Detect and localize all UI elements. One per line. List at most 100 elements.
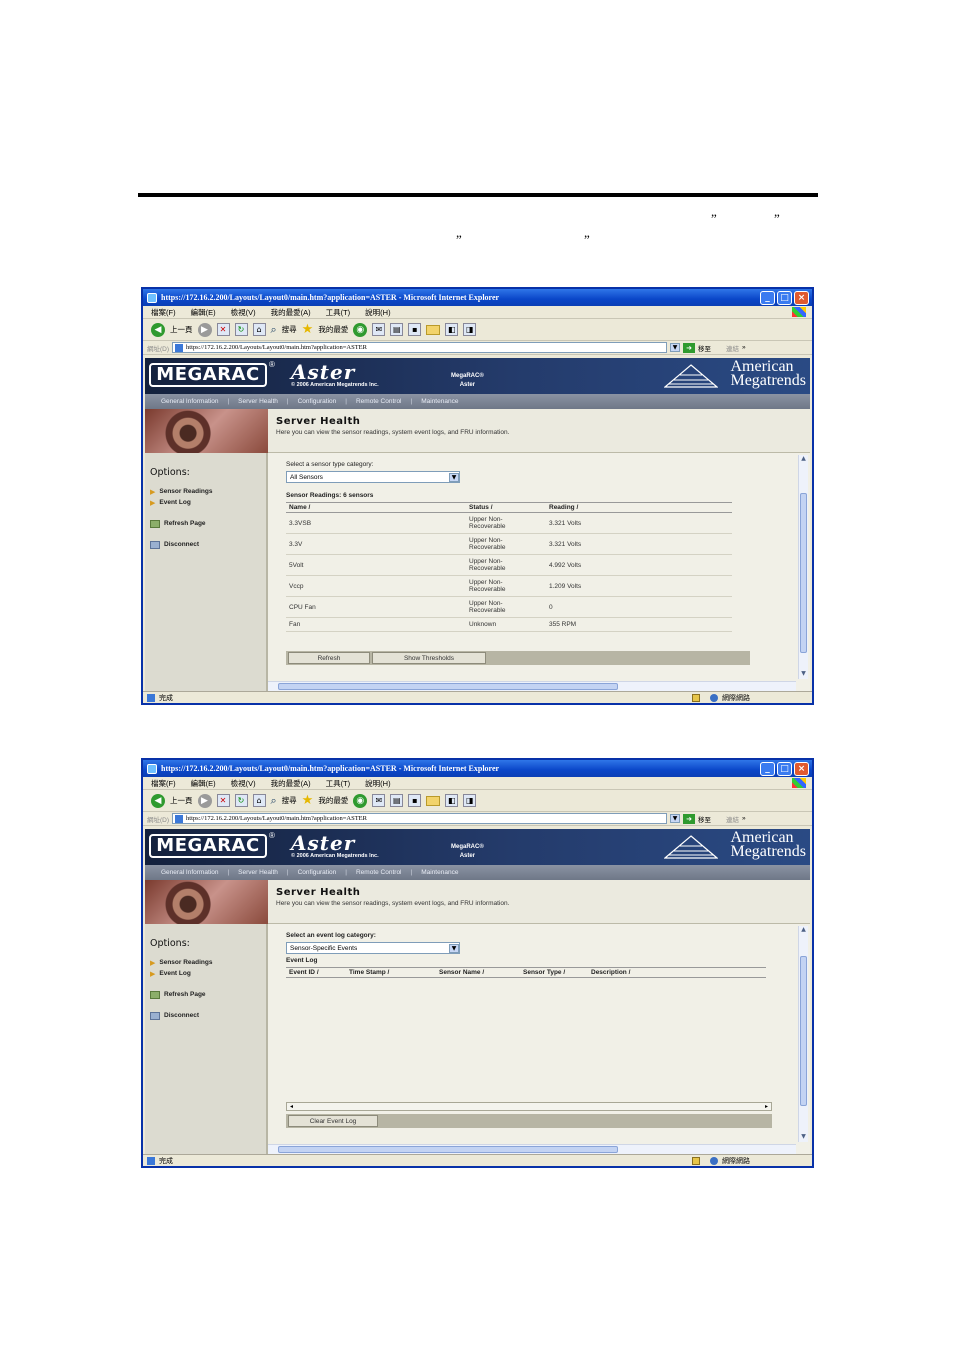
menu-edit[interactable]: 編輯(E)	[191, 778, 216, 789]
vertical-scrollbar[interactable]: ▲ ▼	[798, 455, 808, 679]
links-label[interactable]: 連結	[726, 343, 739, 353]
maximize-button[interactable]: □	[777, 290, 792, 305]
links-chevron[interactable]: »	[742, 344, 746, 351]
option-refresh-page[interactable]: Refresh Page	[145, 518, 266, 529]
column-header-status[interactable]: Status /	[466, 502, 546, 513]
column-header-name[interactable]: Name /	[286, 502, 466, 513]
option-event-log[interactable]: ▶ Event Log	[145, 968, 266, 979]
scroll-up-icon[interactable]: ▲	[799, 926, 808, 935]
column-header-reading[interactable]: Reading /	[546, 502, 732, 513]
nav-maintenance[interactable]: Maintenance	[421, 869, 458, 876]
address-input[interactable]: https://172.16.2.200/Layouts/Layout0/mai…	[172, 342, 668, 353]
menu-edit[interactable]: 編輯(E)	[191, 307, 216, 318]
nav-server-health[interactable]: Server Health	[238, 398, 278, 405]
nav-server-health[interactable]: Server Health	[238, 869, 278, 876]
event-log-hscrollbar[interactable]: ◂ ▸	[286, 1102, 772, 1111]
event-category-select[interactable]: Sensor-Specific Events ▼	[286, 942, 460, 954]
back-button-label[interactable]: 上一頁	[170, 324, 193, 335]
scroll-right-icon[interactable]: ▸	[762, 1103, 771, 1110]
mail-icon[interactable]: ✉	[372, 794, 386, 807]
scroll-left-icon[interactable]: ◂	[287, 1103, 296, 1110]
clear-event-log-button[interactable]: Clear Event Log	[288, 1115, 378, 1127]
close-button[interactable]: ×	[794, 290, 809, 305]
media-icon[interactable]: ◉	[353, 793, 368, 808]
nav-remote-control[interactable]: Remote Control	[356, 398, 402, 405]
scroll-down-icon[interactable]: ▼	[799, 670, 808, 679]
column-header-event-id[interactable]: Event ID /	[286, 967, 346, 978]
menu-file[interactable]: 檔案(F)	[151, 307, 176, 318]
go-arrow-icon[interactable]: ➜	[683, 342, 696, 353]
address-input[interactable]: https://172.16.2.200/Layouts/Layout0/mai…	[172, 813, 668, 824]
menu-file[interactable]: 檔案(F)	[151, 778, 176, 789]
back-arrow-icon[interactable]: ◀	[151, 793, 165, 808]
print-icon[interactable]: ▤	[390, 794, 404, 807]
minimize-button[interactable]: _	[760, 761, 775, 776]
horizontal-scrollbar[interactable]	[268, 1144, 796, 1154]
menu-view[interactable]: 檢視(V)	[231, 307, 256, 318]
home-icon[interactable]: ⌂	[252, 794, 266, 807]
home-icon[interactable]: ⌂	[252, 323, 266, 336]
nav-remote-control[interactable]: Remote Control	[356, 869, 402, 876]
sensor-type-select[interactable]: All Sensors ▼	[286, 471, 460, 483]
menu-tools[interactable]: 工具(T)	[326, 307, 351, 318]
option-sensor-readings[interactable]: ▶ Sensor Readings	[145, 486, 266, 497]
scroll-thumb[interactable]	[800, 956, 807, 1106]
option-disconnect[interactable]: Disconnect	[145, 1010, 266, 1021]
nav-configuration[interactable]: Configuration	[298, 869, 337, 876]
chevron-down-icon[interactable]: ▼	[449, 943, 459, 953]
edit-icon[interactable]: ▪	[408, 794, 422, 807]
option-disconnect[interactable]: Disconnect	[145, 539, 266, 550]
go-button[interactable]: 移至	[698, 343, 711, 353]
column-header-sensor-type[interactable]: Sensor Type /	[520, 967, 588, 978]
refresh-button[interactable]: Refresh	[288, 652, 370, 664]
vertical-scrollbar[interactable]: ▲ ▼	[798, 926, 808, 1142]
favorites-star-icon[interactable]: ★	[302, 322, 314, 337]
scroll-thumb[interactable]	[278, 1146, 618, 1153]
minimize-button[interactable]: _	[760, 290, 775, 305]
refresh-icon[interactable]: ↻	[234, 323, 248, 336]
menu-tools[interactable]: 工具(T)	[326, 778, 351, 789]
go-arrow-icon[interactable]: ➜	[683, 813, 696, 824]
close-button[interactable]: ×	[794, 761, 809, 776]
forward-arrow-icon[interactable]: ▶	[197, 793, 212, 808]
option-event-log[interactable]: ▶ Event Log	[145, 497, 266, 508]
links-chevron[interactable]: »	[742, 815, 746, 822]
edit-icon[interactable]: ▪	[408, 323, 422, 336]
menu-favorites[interactable]: 我的最愛(A)	[271, 778, 311, 789]
chevron-down-icon[interactable]: ▼	[670, 343, 681, 352]
menu-help[interactable]: 說明(H)	[365, 778, 390, 789]
option-refresh-page[interactable]: Refresh Page	[145, 989, 266, 1000]
nav-general-information[interactable]: General Information	[161, 869, 218, 876]
scroll-down-icon[interactable]: ▼	[799, 1133, 808, 1142]
menu-view[interactable]: 檢視(V)	[231, 778, 256, 789]
messenger-icon[interactable]: ◧	[445, 323, 459, 336]
stop-icon[interactable]: ✕	[216, 323, 230, 336]
go-button[interactable]: 移至	[698, 814, 711, 824]
search-icon[interactable]: ⌕	[271, 323, 277, 337]
search-icon[interactable]: ⌕	[271, 794, 277, 808]
stop-icon[interactable]: ✕	[216, 794, 230, 807]
column-header-description[interactable]: Description /	[588, 967, 766, 978]
menu-favorites[interactable]: 我的最愛(A)	[271, 307, 311, 318]
nav-general-information[interactable]: General Information	[161, 398, 218, 405]
nav-maintenance[interactable]: Maintenance	[421, 398, 458, 405]
print-icon[interactable]: ▤	[390, 323, 404, 336]
show-thresholds-button[interactable]: Show Thresholds	[372, 652, 486, 664]
scroll-up-icon[interactable]: ▲	[799, 455, 808, 464]
search-button-label[interactable]: 搜尋	[282, 795, 297, 806]
forward-arrow-icon[interactable]: ▶	[197, 322, 212, 337]
favorites-button-label[interactable]: 我的最愛	[318, 795, 348, 806]
folder-icon[interactable]	[426, 324, 441, 335]
search-button-label[interactable]: 搜尋	[282, 324, 297, 335]
refresh-icon[interactable]: ↻	[234, 794, 248, 807]
links-label[interactable]: 連結	[726, 814, 739, 824]
horizontal-scrollbar[interactable]	[268, 681, 796, 691]
menu-help[interactable]: 說明(H)	[365, 307, 390, 318]
nav-configuration[interactable]: Configuration	[298, 398, 337, 405]
chevron-down-icon[interactable]: ▼	[670, 814, 681, 823]
folder-icon[interactable]	[426, 795, 441, 806]
research-icon[interactable]: ◨	[463, 794, 477, 807]
option-sensor-readings[interactable]: ▶ Sensor Readings	[145, 957, 266, 968]
favorites-star-icon[interactable]: ★	[302, 793, 314, 808]
scroll-thumb[interactable]	[800, 493, 807, 653]
